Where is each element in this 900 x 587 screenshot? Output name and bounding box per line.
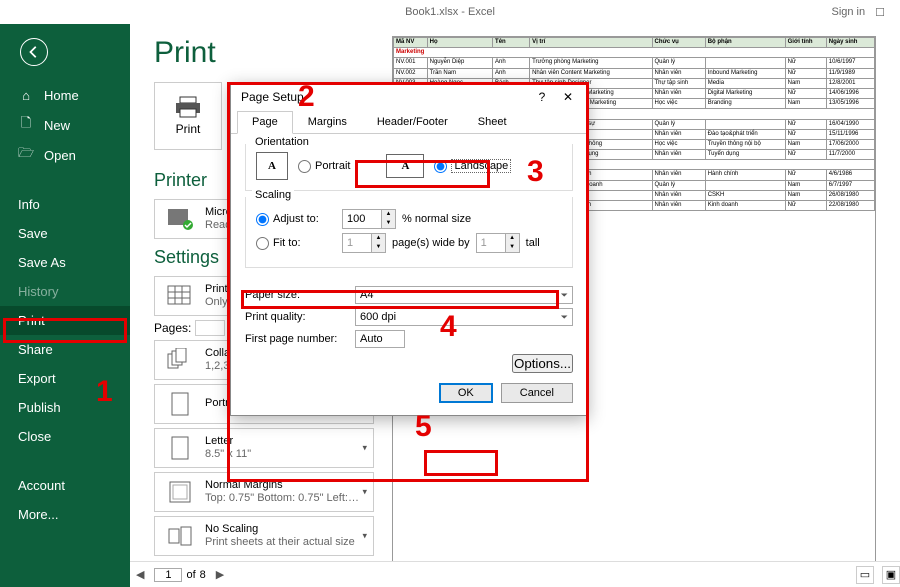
print-button[interactable]: Print (154, 82, 222, 150)
home-icon: ⌂ (18, 87, 34, 103)
ok-button[interactable]: OK (439, 383, 493, 403)
tab-margins[interactable]: Margins (293, 111, 362, 133)
nav-home[interactable]: ⌂Home (0, 80, 130, 110)
help-button[interactable]: ? (529, 86, 555, 108)
nav-print[interactable]: Print (0, 306, 130, 335)
zoom-margins-button[interactable]: ▣ (882, 566, 900, 584)
pages-from-input[interactable] (195, 320, 225, 336)
nav-save-as[interactable]: Save As (0, 248, 130, 277)
chevron-down-icon: ▾ (362, 487, 367, 498)
new-icon: 🗋 (18, 117, 34, 133)
doc-title: Book1.xlsx - Excel (405, 6, 495, 18)
nav-save[interactable]: Save (0, 219, 130, 248)
scaling-select[interactable]: No ScalingPrint sheets at their actual s… (154, 516, 374, 556)
page-number-input[interactable] (154, 568, 182, 582)
printer-icon (175, 96, 201, 118)
margins-icon (163, 477, 197, 507)
title-bar: Book1.xlsx - Excel Sign in ☐ (0, 0, 900, 24)
page-title: Print (154, 36, 374, 70)
app-icon: ☐ (875, 6, 885, 19)
paper-size-dropdown[interactable]: A4 (355, 286, 573, 304)
tab-header-footer[interactable]: Header/Footer (362, 111, 463, 133)
portrait-icon (163, 389, 197, 419)
prev-page-button[interactable]: ◀ (130, 568, 150, 581)
print-quality-label: Print quality: (245, 311, 349, 323)
tab-sheet[interactable]: Sheet (463, 111, 522, 133)
chevron-down-icon: ▾ (362, 443, 367, 454)
nav-new[interactable]: 🗋New (0, 110, 130, 140)
nav-history: History (0, 277, 130, 306)
tab-page[interactable]: Page (237, 111, 293, 134)
sign-in-link[interactable]: Sign in (831, 6, 865, 18)
adjust-value-spinner[interactable]: ▲▼ (342, 209, 396, 229)
portrait-page-icon: A (256, 152, 288, 180)
scaling-group: Adjust to: ▲▼ % normal size Fit to: ▲▼ p… (245, 197, 573, 268)
chevron-down-icon: ▾ (362, 531, 367, 542)
back-button[interactable] (20, 38, 48, 66)
paper-icon (163, 433, 197, 463)
print-quality-dropdown[interactable]: 600 dpi (355, 308, 573, 326)
page-setup-dialog: Page Setup ? ✕ Page Margins Header/Foote… (230, 82, 588, 416)
margins-select[interactable]: Normal MarginsTop: 0.75" Bottom: 0.75" L… (154, 472, 374, 512)
grid-icon (163, 281, 197, 311)
nav-account[interactable]: Account (0, 471, 130, 500)
options-button[interactable]: Options... (512, 354, 573, 373)
cancel-button[interactable]: Cancel (501, 383, 573, 403)
radio-adjust-to[interactable]: Adjust to: (256, 213, 336, 226)
nav-info[interactable]: Info (0, 190, 130, 219)
radio-portrait[interactable]: Portrait (298, 160, 350, 173)
nav-more[interactable]: More... (0, 500, 130, 529)
collate-icon (163, 345, 197, 375)
scaling-icon (163, 521, 197, 551)
next-page-button[interactable]: ▶ (210, 568, 230, 581)
nav-share[interactable]: Share (0, 335, 130, 364)
orientation-group: A Portrait A Landscape (245, 144, 573, 191)
paper-size-select[interactable]: Letter8.5" x 11" ▾ (154, 428, 374, 468)
landscape-page-icon: A (386, 154, 424, 178)
radio-fit-to[interactable]: Fit to: (256, 237, 336, 250)
first-page-input[interactable] (355, 330, 405, 348)
open-icon: 🗁 (18, 147, 34, 163)
page-navigator: ◀ of 8 ▶ ▭ ▣ (130, 561, 900, 587)
fit-height-spinner[interactable]: ▲▼ (476, 233, 520, 253)
radio-landscape[interactable]: Landscape (434, 159, 511, 173)
backstage-sidebar: ⌂Home 🗋New 🗁Open Info Save Save As Histo… (0, 24, 130, 587)
close-button[interactable]: ✕ (555, 86, 581, 108)
nav-close[interactable]: Close (0, 422, 130, 451)
paper-size-label: Paper size: (245, 289, 349, 301)
first-page-label: First page number: (245, 333, 349, 345)
fit-width-spinner[interactable]: ▲▼ (342, 233, 386, 253)
nav-open[interactable]: 🗁Open (0, 140, 130, 170)
printer-status-icon (163, 204, 197, 234)
dialog-title: Page Setup (241, 90, 304, 104)
zoom-to-page-button[interactable]: ▭ (856, 566, 874, 584)
